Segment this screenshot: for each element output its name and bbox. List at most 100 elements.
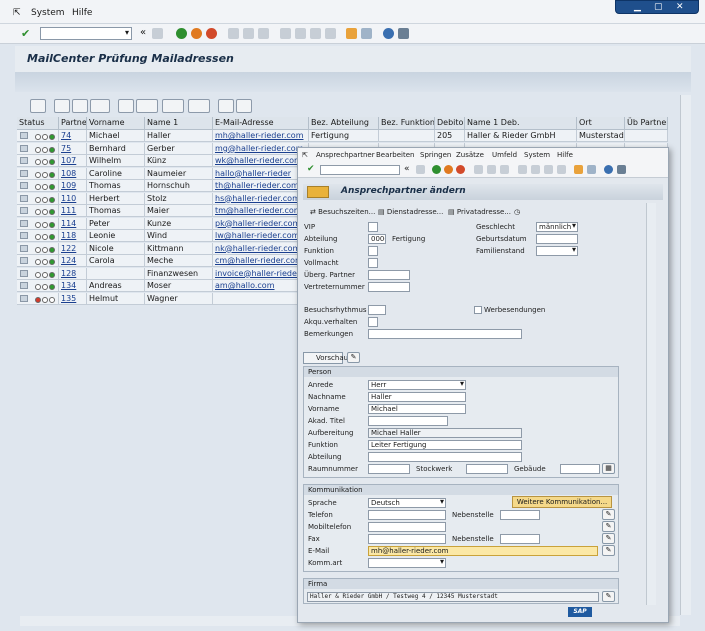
cell-partner[interactable]: 107: [59, 155, 87, 167]
find-icon[interactable]: [487, 165, 496, 174]
cell-email[interactable]: pk@haller-rieder.com: [213, 217, 309, 230]
info-icon[interactable]: [236, 99, 252, 113]
cell-partner[interactable]: 114: [59, 217, 87, 230]
table-row[interactable]: 74 Michael Haller mh@haller-rieder.com Ferti…: [17, 130, 668, 142]
shortcut-icon[interactable]: [361, 28, 372, 39]
mobiltelefon-field[interactable]: [368, 522, 446, 532]
popup-menu-item[interactable]: Umfeld: [492, 151, 517, 159]
back-arrows-icon[interactable]: «: [404, 164, 410, 174]
vertical-scrollbar[interactable]: [680, 95, 691, 615]
command-field[interactable]: [320, 165, 400, 175]
gebaeude-field[interactable]: [560, 464, 600, 474]
kommart-select[interactable]: [368, 558, 446, 568]
person-abteilung-field[interactable]: [368, 452, 522, 462]
vollmacht-field[interactable]: [368, 258, 378, 268]
geschlecht-select[interactable]: männlich: [536, 222, 578, 232]
email-field[interactable]: mh@haller-rieder.com: [368, 546, 598, 556]
sort-asc-icon[interactable]: [54, 99, 70, 113]
help-icon[interactable]: [604, 165, 613, 174]
stockwerk-field[interactable]: [466, 464, 508, 474]
enter-icon[interactable]: ✔: [307, 164, 315, 174]
aufbereitung-field[interactable]: Michael Haller: [368, 428, 522, 438]
sprache-select[interactable]: Deutsch: [368, 498, 446, 508]
new-session-icon[interactable]: [346, 28, 357, 39]
cell-email[interactable]: mg@haller-rieder.com: [213, 142, 309, 155]
popup-menu-item[interactable]: Zusätze: [456, 151, 484, 159]
cell-email[interactable]: hallo@haller-rieder: [213, 167, 309, 180]
exit-icon[interactable]: [191, 28, 202, 39]
menu-hilfe[interactable]: Hilfe: [72, 8, 92, 18]
refresh-icon[interactable]: [218, 99, 234, 113]
dienstadresse-button[interactable]: ▤ Dienstadresse...: [378, 208, 443, 216]
column-header[interactable]: Bez. Abteilung: [309, 117, 379, 130]
popup-menu-item[interactable]: Bearbeiten: [376, 151, 414, 159]
geburtsdatum-field[interactable]: [536, 234, 578, 244]
cancel-icon[interactable]: [206, 28, 217, 39]
cell-email[interactable]: wk@haller-rieder.com: [213, 155, 309, 167]
anrede-select[interactable]: Herr: [368, 380, 466, 390]
cell-email[interactable]: am@hallo.com: [213, 280, 309, 292]
besuchsrhythmus-field[interactable]: [368, 305, 386, 315]
shortcut-icon[interactable]: [587, 165, 596, 174]
weitere-kommunikation-button[interactable]: Weitere Kommunikation...: [512, 496, 612, 508]
prev-page-icon[interactable]: [531, 165, 540, 174]
next-page-icon[interactable]: [310, 28, 321, 39]
telefon-field[interactable]: [368, 510, 446, 520]
privatadresse-button[interactable]: ▤ Privatadresse...: [448, 208, 511, 216]
help-icon[interactable]: [383, 28, 394, 39]
cell-email[interactable]: cm@haller-rieder.com: [213, 255, 309, 267]
column-header[interactable]: Debitor: [435, 117, 465, 130]
enter-icon[interactable]: ✔: [21, 27, 30, 40]
cell-partner[interactable]: 128: [59, 267, 87, 280]
back-icon[interactable]: [176, 28, 187, 39]
email-detail-icon[interactable]: ✎: [602, 545, 615, 556]
cell-partner[interactable]: 108: [59, 167, 87, 180]
abteilung-field[interactable]: 0006: [368, 234, 386, 244]
maximize-icon[interactable]: ▢: [654, 2, 663, 12]
save-icon[interactable]: [152, 28, 163, 39]
cell-email[interactable]: tm@haller-rieder.com: [213, 205, 309, 217]
column-header[interactable]: Üb Partner: [625, 117, 668, 130]
column-header[interactable]: Status: [17, 117, 59, 130]
cell-partner[interactable]: 111: [59, 205, 87, 217]
back-icon[interactable]: [432, 165, 441, 174]
firma-detail-icon[interactable]: ✎: [602, 591, 615, 602]
command-field[interactable]: ▾: [40, 27, 132, 40]
layout-icon[interactable]: [398, 28, 409, 39]
gebaeude-detail-icon[interactable]: ▦: [602, 463, 615, 474]
exit-icon[interactable]: [444, 165, 453, 174]
popup-scrollbar[interactable]: [646, 203, 656, 605]
find-next-icon[interactable]: [258, 28, 269, 39]
vorname-field[interactable]: Michael: [368, 404, 466, 414]
next-page-icon[interactable]: [544, 165, 553, 174]
cell-partner[interactable]: 109: [59, 180, 87, 192]
cancel-icon[interactable]: [456, 165, 465, 174]
cell-email[interactable]: lw@haller-rieder.com: [213, 230, 309, 242]
telefon-detail-icon[interactable]: ✎: [602, 509, 615, 520]
layout-select-icon[interactable]: [162, 99, 184, 113]
cell-partner[interactable]: 75: [59, 142, 87, 155]
popup-menu-item[interactable]: System: [524, 151, 550, 159]
find-icon[interactable]: [243, 28, 254, 39]
vorschau-button[interactable]: Vorschau: [303, 352, 348, 364]
last-page-icon[interactable]: [325, 28, 336, 39]
bemerkungen-field[interactable]: [368, 329, 522, 339]
last-page-icon[interactable]: [557, 165, 566, 174]
first-page-icon[interactable]: [518, 165, 527, 174]
popup-menu-icon[interactable]: ⇱: [302, 151, 308, 159]
vip-field[interactable]: [368, 222, 378, 232]
fax-nebenstelle-field[interactable]: [500, 534, 540, 544]
besuchszeiten-button[interactable]: ⇄ Besuchszeiten...: [310, 208, 375, 216]
details-icon[interactable]: [30, 99, 46, 113]
cell-email[interactable]: nk@haller-rieder.com: [213, 242, 309, 255]
print-icon[interactable]: [228, 28, 239, 39]
back-arrows-icon[interactable]: «: [140, 27, 146, 38]
popup-menu-item[interactable]: Ansprechpartner: [316, 151, 375, 159]
fax-detail-icon[interactable]: ✎: [602, 533, 615, 544]
cell-partner[interactable]: 74: [59, 130, 87, 142]
familienstand-select[interactable]: [536, 246, 578, 256]
cell-partner[interactable]: 122: [59, 242, 87, 255]
fax-field[interactable]: [368, 534, 446, 544]
cell-partner[interactable]: 124: [59, 255, 87, 267]
akquverhalten-field[interactable]: [368, 317, 378, 327]
